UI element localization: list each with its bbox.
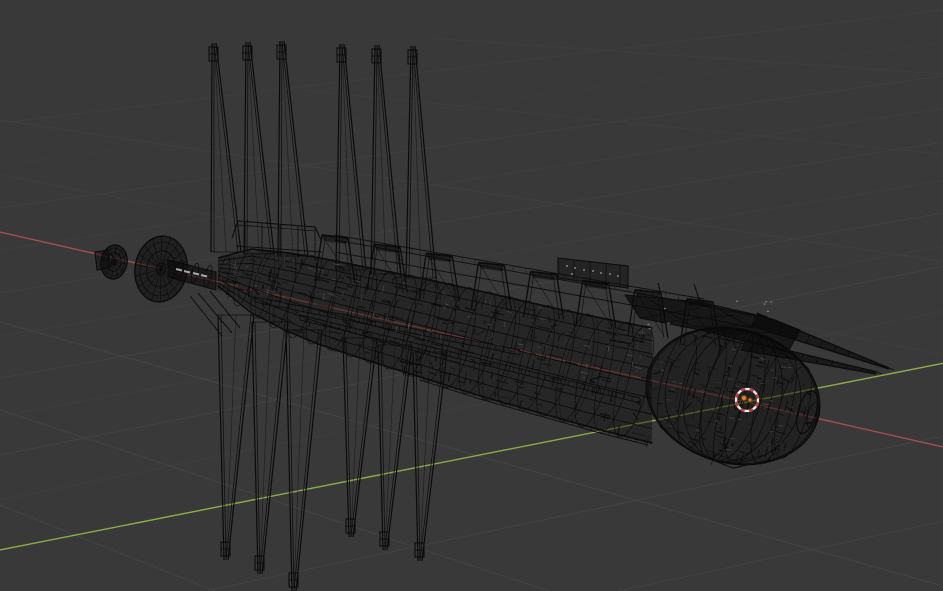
blender-3d-viewport[interactable] — [0, 0, 943, 591]
viewport-canvas[interactable] — [0, 0, 943, 591]
